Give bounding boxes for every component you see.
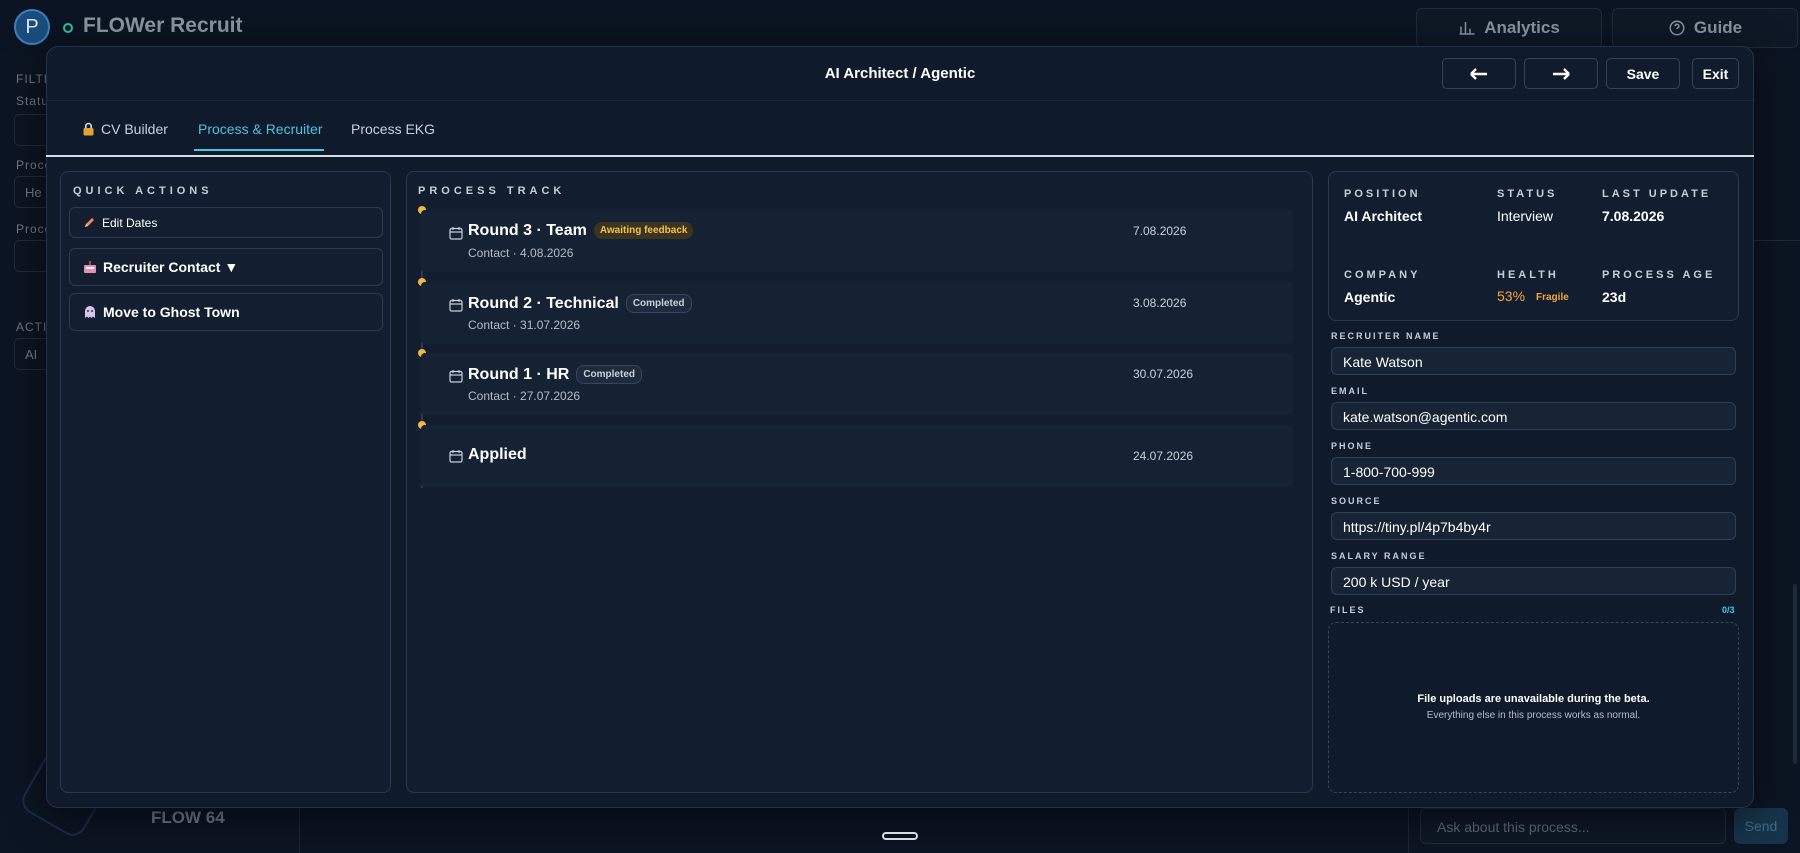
guide-button[interactable]: Guide <box>1612 8 1798 48</box>
modal-header: AI Architect / Agentic Save Exit <box>47 47 1753 101</box>
health-tag: Fragile <box>1536 292 1569 303</box>
calendar-icon <box>449 450 463 463</box>
actions-label: ACTI <box>16 320 48 334</box>
last-update-label: LAST UPDATE <box>1602 188 1712 200</box>
status-dot-icon <box>63 23 73 33</box>
source-label: SOURCE <box>1331 496 1382 506</box>
round-name: Applied <box>468 446 527 463</box>
process-age-value: 23d <box>1602 289 1627 305</box>
exit-button[interactable]: Exit <box>1692 58 1739 89</box>
quick-actions-panel: QUICK ACTIONS Edit Dates Recruiter Conta… <box>60 171 391 793</box>
guide-label: Guide <box>1693 18 1743 37</box>
save-button[interactable]: Save <box>1606 58 1680 89</box>
edit-dates-label: Edit Dates <box>102 215 158 230</box>
tab-cv-builder-label: CV Builder <box>101 121 168 137</box>
app-title: FLOWer Recruit <box>83 14 243 37</box>
quick-actions-title: QUICK ACTIONS <box>73 185 213 197</box>
mailbox-icon <box>84 260 96 273</box>
next-button[interactable] <box>1524 58 1598 89</box>
round-date: 7.08.2026 <box>1133 224 1187 238</box>
status-value: Interview <box>1497 208 1554 224</box>
position-label: POSITION <box>1344 188 1421 200</box>
edit-dates-button[interactable]: Edit Dates <box>69 207 383 238</box>
tab-process-recruiter-label: Process & Recruiter <box>198 121 323 137</box>
calendar-icon <box>449 370 463 383</box>
files-label: FILES <box>1330 605 1366 615</box>
tab-cv-builder[interactable]: CV Builder <box>82 121 168 137</box>
calendar-icon <box>449 227 463 240</box>
round-name: Round 1 · HR Completed <box>468 365 642 384</box>
recruiter-contact-button[interactable]: Recruiter Contact ▼ <box>69 248 383 286</box>
ghost-icon <box>85 306 95 318</box>
analytics-button[interactable]: Analytics <box>1416 8 1602 48</box>
salary-range-field[interactable]: 200 k USD / year <box>1331 567 1736 595</box>
round-contact: Contact · 4.08.2026 <box>468 246 574 260</box>
timeline-item-round-3[interactable]: Round 3 · Team Awaiting feedback Contact … <box>421 210 1293 272</box>
company-label: COMPANY <box>1344 269 1421 281</box>
drag-handle[interactable] <box>882 832 918 840</box>
process-track-panel: PROCESS TRACK Round 3 · Team Awaiting fee… <box>406 171 1313 793</box>
timeline-item-round-2[interactable]: Round 2 · Technical Completed Contact · 3… <box>421 282 1293 344</box>
salary-range-label: SALARY RANGE <box>1331 551 1427 561</box>
files-count: 0/3 <box>1722 605 1735 615</box>
source-field[interactable]: https://tiny.pl/4p7b4by4r <box>1331 512 1736 540</box>
pencil-icon <box>85 218 94 227</box>
email-field[interactable]: kate.watson@agentic.com <box>1331 402 1736 430</box>
arrow-right-icon <box>1553 67 1570 80</box>
recruiter-name-field[interactable]: Kate Watson <box>1331 347 1736 375</box>
last-update-value: 7.08.2026 <box>1602 208 1665 224</box>
tab-process-recruiter[interactable]: Process & Recruiter <box>198 121 322 137</box>
recruiter-name-label: RECRUITER NAME <box>1331 331 1441 341</box>
round-date: 24.07.2026 <box>1133 449 1194 463</box>
company-value: Agentic <box>1344 289 1396 305</box>
timeline-item-applied[interactable]: Applied 24.07.2026 <box>421 425 1293 487</box>
phone-field[interactable]: 1-800-700-999 <box>1331 457 1736 485</box>
file-dropzone[interactable]: File uploads are unavailable during the … <box>1328 622 1739 793</box>
status-badge: Completed <box>625 294 692 313</box>
round-date: 30.07.2026 <box>1133 367 1194 381</box>
tab-process-ekg[interactable]: Process EKG <box>351 121 435 137</box>
status-filter-label: Statu <box>16 94 50 108</box>
chat-input[interactable]: Ask about this process... <box>1420 808 1726 844</box>
active-tab-indicator <box>194 149 324 151</box>
calendar-icon <box>449 299 463 312</box>
round-contact: Contact · 31.07.2026 <box>468 318 581 332</box>
email-label: EMAIL <box>1331 386 1369 396</box>
timeline-item-round-1[interactable]: Round 1 · HR Completed Contact · 27.07.20… <box>421 353 1293 415</box>
footer-brand: FLOW 64 <box>151 808 225 827</box>
round-contact: Contact · 27.07.2026 <box>468 389 581 403</box>
round-name: Round 3 · Team Awaiting feedback <box>468 222 694 240</box>
round-name: Round 2 · Technical Completed <box>468 294 692 313</box>
previous-button[interactable] <box>1442 58 1516 89</box>
arrow-left-icon <box>1470 67 1487 80</box>
status-badge: Awaiting feedback <box>593 222 694 239</box>
upload-notice: File uploads are unavailable during the … <box>1417 693 1650 705</box>
avatar[interactable]: P <box>14 9 50 45</box>
process-age-label: PROCESS AGE <box>1602 269 1716 281</box>
status-label: STATUS <box>1497 188 1558 200</box>
recruiter-contact-label: Recruiter Contact ▼ <box>103 259 239 275</box>
tab-process-ekg-label: Process EKG <box>351 121 436 137</box>
round-date: 3.08.2026 <box>1133 296 1187 310</box>
health-value: 53% <box>1497 288 1526 304</box>
health-label: HEALTH <box>1497 269 1559 281</box>
ghost-town-button[interactable]: Move to Ghost Town <box>69 293 383 331</box>
lock-icon <box>83 122 94 136</box>
position-value: AI Architect <box>1344 208 1423 224</box>
phone-label: PHONE <box>1331 441 1374 451</box>
ghost-town-label: Move to Ghost Town <box>103 304 240 320</box>
upload-subnotice: Everything else in this process works as… <box>1426 710 1641 721</box>
bar-chart-icon <box>1459 22 1475 35</box>
send-button[interactable]: Send <box>1734 808 1788 844</box>
scrollbar[interactable] <box>1793 584 1797 764</box>
help-circle-icon <box>1669 20 1685 36</box>
analytics-label: Analytics <box>1484 18 1560 37</box>
status-badge: Completed <box>576 365 642 384</box>
process-track-title: PROCESS TRACK <box>418 185 566 197</box>
